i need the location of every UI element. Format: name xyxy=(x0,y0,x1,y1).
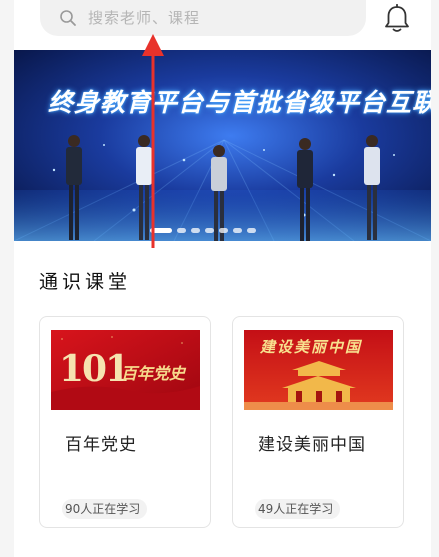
course-card[interactable]: 建设美丽中国 建设美丽中国 49人正在学习 xyxy=(232,316,404,528)
carousel-dot[interactable] xyxy=(205,228,214,233)
section-title: 通识课堂 xyxy=(39,271,132,293)
thumb-caption: 建设美丽中国 xyxy=(260,338,363,356)
carousel-dot[interactable] xyxy=(177,228,186,233)
search-input[interactable]: 搜索老师、课程 xyxy=(40,0,366,36)
carousel-dot[interactable] xyxy=(191,228,200,233)
search-icon xyxy=(60,10,76,26)
course-thumbnail: 101 百年党史 xyxy=(51,330,200,410)
course-card[interactable]: 101 百年党史 百年党史 90人正在学习 xyxy=(39,316,211,528)
carousel-dot[interactable] xyxy=(233,228,242,233)
course-title: 建设美丽中国 xyxy=(258,435,366,455)
learner-count-badge: 49人正在学习 xyxy=(255,499,341,519)
banner-headline: 终身教育平台与首批省级平台互联互通 xyxy=(48,88,431,117)
carousel-dot[interactable] xyxy=(219,228,228,233)
course-title: 百年党史 xyxy=(65,435,137,455)
swipe-up-arrow-icon xyxy=(142,34,164,248)
banner-image xyxy=(14,50,431,241)
course-thumbnail: 建设美丽中国 xyxy=(244,330,393,410)
banner-carousel[interactable]: 终身教育平台与首批省级平台互联互通 xyxy=(14,50,431,241)
learner-count-badge: 90人正在学习 xyxy=(62,499,148,519)
carousel-dot[interactable] xyxy=(247,228,256,233)
page: 搜索老师、课程 终身教育平台与首批省级平台互 通识课堂 101 百年党史 百年党… xyxy=(0,0,439,557)
bell-icon[interactable] xyxy=(383,4,411,34)
thumb-caption: 百年党史 xyxy=(121,364,186,383)
search-placeholder: 搜索老师、课程 xyxy=(88,9,201,27)
thumb-number: 101 xyxy=(59,348,130,390)
